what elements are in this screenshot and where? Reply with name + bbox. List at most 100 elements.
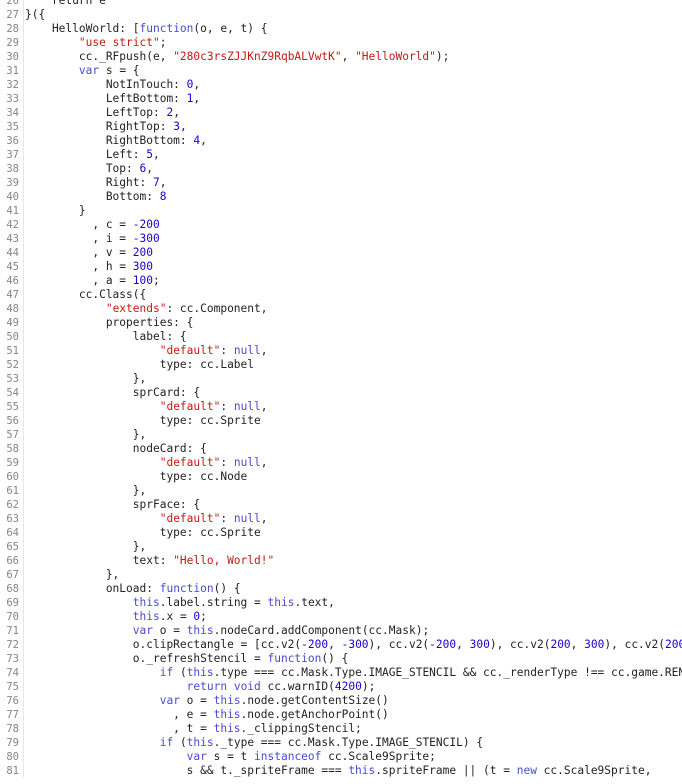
code-line[interactable]: 79 if (this._type === cc.Mask.Type.IMAGE… <box>0 736 682 750</box>
line-number: 61 <box>6 485 19 497</box>
code-line[interactable]: 51 "default": null, <box>0 344 682 358</box>
line-number: 76 <box>6 695 19 707</box>
line-number: 43 <box>6 233 19 245</box>
code-line[interactable]: 73 o._refreshStencil = function() { <box>0 652 682 666</box>
code-line[interactable]: 75 return void cc.warnID(4200); <box>0 680 682 694</box>
code-line[interactable]: 36 RightBottom: 4, <box>0 134 682 148</box>
code-line[interactable]: 29 "use strict"; <box>0 36 682 50</box>
code-line[interactable]: 61 }, <box>0 484 682 498</box>
code-line[interactable]: 54 sprCard: { <box>0 386 682 400</box>
code-line[interactable]: 74 if (this.type === cc.Mask.Type.IMAGE_… <box>0 666 682 680</box>
code-line[interactable]: 37 Left: 5, <box>0 148 682 162</box>
code-line[interactable]: 66 text: "Hello, World!" <box>0 554 682 568</box>
code-token: "HelloWorld" <box>355 50 436 63</box>
code-line[interactable]: 57 }, <box>0 428 682 442</box>
line-number: 54 <box>6 387 19 399</box>
code-token: this <box>132 610 160 623</box>
line-number: 57 <box>6 429 19 441</box>
code-line[interactable]: 68 onLoad: function() { <box>0 582 682 596</box>
code-line[interactable]: 81 s && t._spriteFrame === this.spriteFr… <box>0 764 682 778</box>
code-line[interactable]: 67 }, <box>0 568 682 582</box>
code-token: instanceof <box>254 750 322 763</box>
code-line[interactable]: 28 HelloWorld: [function(o, e, t) { <box>0 22 682 36</box>
code-line[interactable]: 44 , v = 200 <box>0 246 682 260</box>
gutter-divider <box>23 414 24 428</box>
code-line[interactable]: 49 properties: { <box>0 316 682 330</box>
code-line[interactable]: 62 sprFace: { <box>0 498 682 512</box>
code-token: cc._RFpush(e, <box>25 50 174 63</box>
gutter-divider <box>23 470 24 484</box>
code-line[interactable]: 59 "default": null, <box>0 456 682 470</box>
code-token: type: cc.Sprite <box>25 414 261 427</box>
code-line[interactable]: 70 this.x = 0; <box>0 610 682 624</box>
code-line[interactable]: 45 , h = 300 <box>0 260 682 274</box>
code-line[interactable]: 40 Bottom: 8 <box>0 190 682 204</box>
code-line[interactable]: 41 } <box>0 204 682 218</box>
code-line[interactable]: 43 , i = -300 <box>0 232 682 246</box>
code-line[interactable]: 71 var o = this.nodeCard.addComponent(cc… <box>0 624 682 638</box>
code-line[interactable]: 48 "extends": cc.Component, <box>0 302 682 316</box>
code-line[interactable]: 32 NotInTouch: 0, <box>0 78 682 92</box>
code-line[interactable]: 78 , t = this._clippingStencil; <box>0 722 682 736</box>
code-line[interactable]: 55 "default": null, <box>0 400 682 414</box>
code-editor[interactable]: 26 return e 27}({28 HelloWorld: [function… <box>0 0 682 784</box>
code-line[interactable]: 47 cc.Class({ <box>0 288 682 302</box>
code-token: .text, <box>294 596 335 609</box>
code-text: }, <box>25 568 119 582</box>
code-token: (o, e, t) { <box>193 22 268 35</box>
code-line[interactable]: 46 , a = 100; <box>0 274 682 288</box>
code-text: "default": null, <box>25 512 268 526</box>
code-line[interactable]: 30 cc._RFpush(e, "280c3rsZJJKnZ9RqbALVwt… <box>0 50 682 64</box>
code-line[interactable]: 58 nodeCard: { <box>0 442 682 456</box>
code-line[interactable]: 26 return e <box>0 0 682 8</box>
gutter-divider <box>23 456 24 470</box>
code-line[interactable]: 76 var o = this.node.getContentSize() <box>0 694 682 708</box>
gutter-divider <box>23 512 24 526</box>
code-line[interactable]: 39 Right: 7, <box>0 176 682 190</box>
code-line[interactable]: 56 type: cc.Sprite <box>0 414 682 428</box>
code-text: type: cc.Label <box>25 358 254 372</box>
gutter-divider <box>23 750 24 764</box>
gutter-divider <box>23 624 24 638</box>
code-line[interactable]: 80 var s = t instanceof cc.Scale9Sprite; <box>0 750 682 764</box>
code-line[interactable]: 63 "default": null, <box>0 512 682 526</box>
gutter-divider <box>23 204 24 218</box>
code-line[interactable]: 38 Top: 6, <box>0 162 682 176</box>
code-text: , c = -200 <box>25 218 159 232</box>
code-line[interactable]: 72 o.clipRectangle = [cc.v2(-200, -300),… <box>0 638 682 652</box>
code-line[interactable]: 33 LeftBottom: 1, <box>0 92 682 106</box>
code-line[interactable]: 52 type: cc.Label <box>0 358 682 372</box>
code-line[interactable]: 53 }, <box>0 372 682 386</box>
code-line[interactable]: 64 type: cc.Sprite <box>0 526 682 540</box>
code-line[interactable]: 69 this.label.string = this.text, <box>0 596 682 610</box>
line-number: 56 <box>6 415 19 427</box>
gutter-divider <box>23 442 24 456</box>
code-line[interactable]: 65 }, <box>0 540 682 554</box>
code-text: }, <box>25 428 146 442</box>
line-number: 59 <box>6 457 19 469</box>
code-line[interactable]: 34 LeftTop: 2, <box>0 106 682 120</box>
code-token: Right: <box>25 176 153 189</box>
code-token: label: { <box>25 330 187 343</box>
code-text: Top: 6, <box>25 162 153 176</box>
code-token: onLoad: <box>25 582 160 595</box>
code-line[interactable]: 27}({ <box>0 8 682 22</box>
code-token: .x = <box>159 610 194 623</box>
code-line[interactable]: 31 var s = { <box>0 64 682 78</box>
code-text: , i = -300 <box>25 232 159 246</box>
code-token: "default" <box>159 456 221 469</box>
code-line[interactable]: 77 , e = this.node.getAnchorPoint() <box>0 708 682 722</box>
code-token: var <box>78 64 100 77</box>
line-number: 77 <box>6 709 19 721</box>
code-line[interactable]: 50 label: { <box>0 330 682 344</box>
code-token: : cc.Component, <box>166 302 268 315</box>
code-token: .node.getContentSize() <box>240 694 389 707</box>
code-token: 200 <box>665 638 682 651</box>
code-line[interactable]: 42 , c = -200 <box>0 218 682 232</box>
code-token: } <box>25 204 86 217</box>
code-token: this <box>213 694 241 707</box>
code-line[interactable]: 35 RightTop: 3, <box>0 120 682 134</box>
code-text: "default": null, <box>25 344 268 358</box>
code-line[interactable]: 60 type: cc.Node <box>0 470 682 484</box>
